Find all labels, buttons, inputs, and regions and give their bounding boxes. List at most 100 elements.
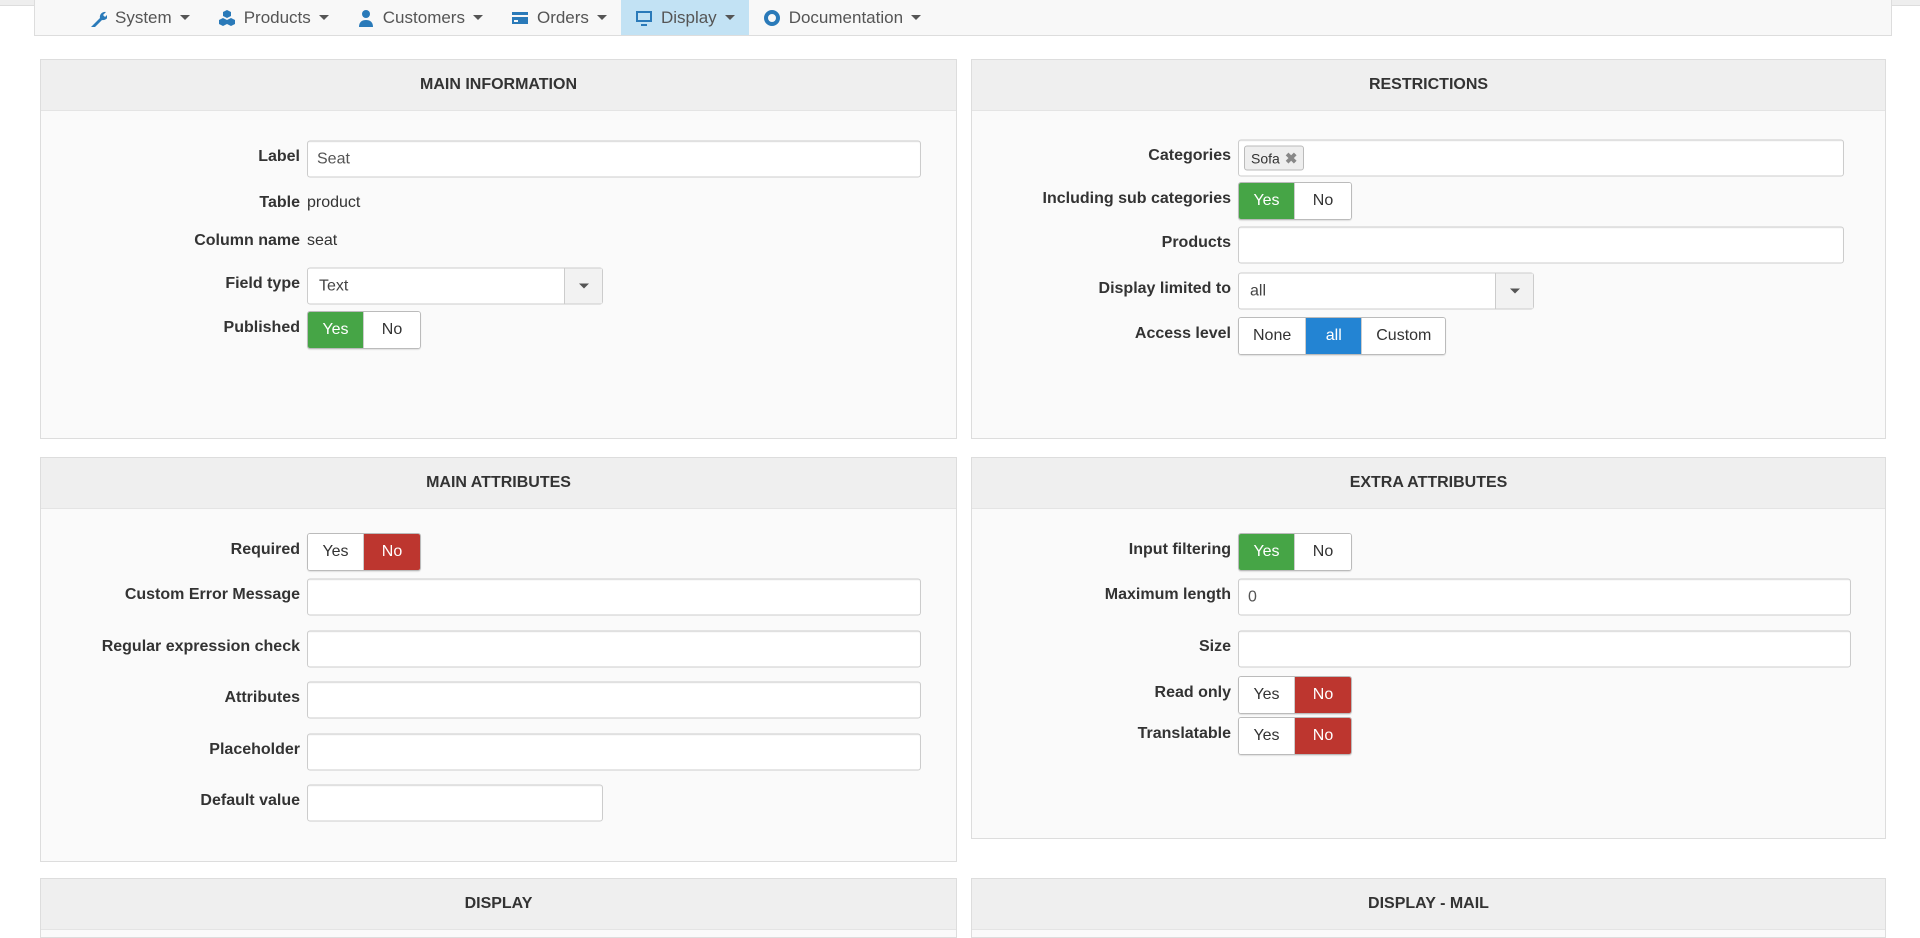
translatable-option-no[interactable]: No <box>1295 718 1351 754</box>
default-value-input[interactable] <box>307 784 603 822</box>
menu-label: Customers <box>382 7 465 27</box>
read-only-label: Read only <box>1154 684 1231 702</box>
translatable-toggle: Yes No <box>1238 717 1352 755</box>
column-name-value: seat <box>307 232 338 250</box>
maximum-length-input[interactable]: 0 <box>1238 578 1851 616</box>
read-only-toggle: Yes No <box>1238 676 1352 714</box>
regular-expression-check-input[interactable] <box>307 630 921 668</box>
panel-display: DISPLAY <box>40 878 957 938</box>
caret-down-icon <box>318 15 329 20</box>
field-row-access-level: Access level None all Custom <box>972 316 1885 356</box>
field-row-column-name: Column name seat <box>41 223 956 263</box>
published-label: Published <box>223 319 300 337</box>
dropdown-arrow-icon[interactable] <box>564 268 602 304</box>
read-only-option-no[interactable]: No <box>1295 677 1351 713</box>
custom-error-message-input[interactable] <box>307 578 921 616</box>
menu-label: Products <box>243 7 311 27</box>
access-level-option-all[interactable]: all <box>1306 318 1363 354</box>
required-option-yes[interactable]: Yes <box>308 534 364 570</box>
field-row-read-only: Read only Yes No <box>972 675 1885 715</box>
field-row-products: Products <box>972 225 1885 265</box>
required-label: Required <box>230 541 300 559</box>
menu-products[interactable]: Products <box>204 0 343 35</box>
placeholder-input[interactable] <box>307 733 921 771</box>
published-option-no[interactable]: No <box>364 312 420 348</box>
field-row-custom-error-message: Custom Error Message <box>41 577 956 617</box>
field-row-categories: Categories Sofa ✖ <box>972 138 1885 178</box>
translatable-option-yes[interactable]: Yes <box>1239 718 1295 754</box>
label-input[interactable]: Seat <box>307 140 921 178</box>
menu-label: Documentation <box>788 7 904 27</box>
published-option-yes[interactable]: Yes <box>308 312 364 348</box>
main-menu-bar: System Products Customers Orders Display Docu… <box>34 0 1892 36</box>
field-type-select[interactable]: Text <box>307 267 603 305</box>
including-sub-categories-toggle: Yes No <box>1238 182 1352 220</box>
input-value: Seat <box>317 150 350 167</box>
input-filtering-label: Input filtering <box>1128 541 1231 559</box>
panel-title: MAIN ATTRIBUTES <box>41 458 956 509</box>
panel-display-mail: DISPLAY - MAIL <box>971 878 1886 938</box>
categories-tag-input[interactable]: Sofa ✖ <box>1238 139 1844 177</box>
caret-down-icon <box>911 15 922 20</box>
caret-down-icon <box>724 15 735 20</box>
required-option-no[interactable]: No <box>364 534 420 570</box>
panel-restrictions: RESTRICTIONS Categories Sofa ✖ Including sub… <box>971 59 1886 439</box>
placeholder-label: Placeholder <box>209 741 300 759</box>
attributes-input[interactable] <box>307 681 921 719</box>
field-row-display-limited-to: Display limited to all <box>972 271 1885 311</box>
including-sub-categories-option-yes[interactable]: Yes <box>1239 183 1295 219</box>
categories-label: Categories <box>1148 147 1231 165</box>
menu-documentation[interactable]: Documentation <box>749 0 935 35</box>
menu-system[interactable]: System <box>75 0 204 35</box>
attributes-label: Attributes <box>224 689 300 707</box>
label-label: Label <box>258 148 300 166</box>
access-level-option-none[interactable]: None <box>1239 318 1307 354</box>
monitor-icon <box>635 10 652 26</box>
field-row-size: Size <box>972 629 1885 669</box>
size-label: Size <box>1198 638 1231 656</box>
input-value: 0 <box>1248 588 1257 605</box>
credit-card-icon <box>511 11 528 24</box>
field-row-required: Required Yes No <box>41 532 956 572</box>
input-filtering-toggle: Yes No <box>1238 533 1352 571</box>
dropdown-arrow-icon[interactable] <box>1495 273 1533 309</box>
translatable-label: Translatable <box>1137 725 1231 743</box>
display-limited-to-label: Display limited to <box>1098 280 1231 298</box>
access-level-option-custom[interactable]: Custom <box>1362 318 1446 354</box>
including-sub-categories-option-no[interactable]: No <box>1295 183 1351 219</box>
read-only-option-yes[interactable]: Yes <box>1239 677 1295 713</box>
menu-label: System <box>115 7 172 27</box>
including-sub-categories-label: Including sub categories <box>1042 190 1231 208</box>
field-row-regular-expression-check: Regular expression check <box>41 629 956 669</box>
field-row-attributes: Attributes <box>41 680 956 720</box>
caret-down-icon <box>472 15 483 20</box>
menu-orders[interactable]: Orders <box>497 0 621 35</box>
panel-main-attributes: MAIN ATTRIBUTES Required Yes No Custom Error… <box>40 457 957 862</box>
remove-tag-icon[interactable]: ✖ <box>1285 149 1298 167</box>
input-filtering-option-no[interactable]: No <box>1295 534 1351 570</box>
field-row-maximum-length: Maximum length 0 <box>972 577 1885 617</box>
lifebuoy-icon <box>763 9 780 26</box>
tag-chip: Sofa ✖ <box>1244 145 1305 171</box>
menu-display[interactable]: Display <box>620 0 749 35</box>
wrench-icon <box>91 11 107 27</box>
products-label: Products <box>1161 234 1231 252</box>
field-row-field-type: Field type Text <box>41 266 956 306</box>
table-value: product <box>307 194 361 212</box>
tag-label: Sofa <box>1251 150 1280 166</box>
size-input[interactable] <box>1238 630 1851 668</box>
input-filtering-option-yes[interactable]: Yes <box>1239 534 1295 570</box>
panel-title: EXTRA ATTRIBUTES <box>972 458 1885 509</box>
field-row-input-filtering: Input filtering Yes No <box>972 532 1885 572</box>
caret-down-icon <box>596 15 607 20</box>
menu-customers[interactable]: Customers <box>343 0 497 35</box>
panel-main-information: MAIN INFORMATION Label Seat Table product Col… <box>40 59 957 439</box>
field-type-label: Field type <box>225 275 300 293</box>
products-input[interactable] <box>1238 226 1844 264</box>
display-limited-to-select[interactable]: all <box>1238 272 1534 310</box>
field-row-default-value: Default value <box>41 783 956 823</box>
field-row-table: Table product <box>41 185 956 225</box>
panel-title: DISPLAY <box>41 879 956 930</box>
field-row-label: Label Seat <box>41 139 956 179</box>
custom-error-message-label: Custom Error Message <box>124 586 300 604</box>
